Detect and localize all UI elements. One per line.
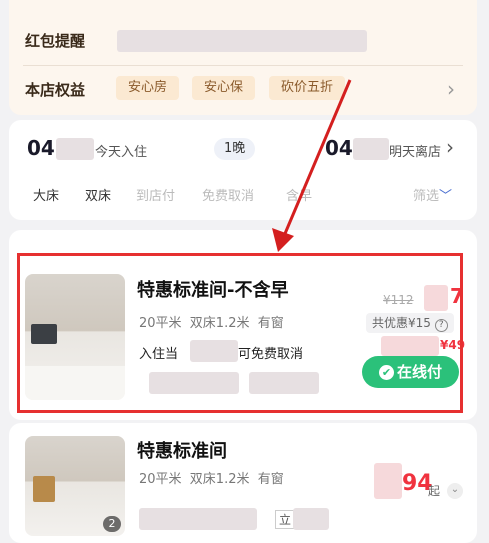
filter-big-bed[interactable]: 大床 xyxy=(33,185,59,204)
room-tags-blurred xyxy=(139,508,257,530)
red-packet-label: 红包提醒 xyxy=(25,32,86,50)
room-photo[interactable]: 2 xyxy=(25,436,125,536)
filter-twin-bed[interactable]: 双床 xyxy=(85,185,111,204)
checkout-label: 明天离店 xyxy=(389,145,442,160)
benefits-label: 本店权益 xyxy=(25,81,86,99)
expand-chevron-down-icon[interactable]: ⌄ xyxy=(447,483,463,499)
benefit-tag: 安心房 xyxy=(116,76,180,100)
checkout-date-blurred xyxy=(353,138,389,160)
room-meta: 20平米 双床1.2米 有窗 xyxy=(139,472,284,487)
photo-count-badge: 2 xyxy=(103,516,121,532)
room-tags-blurred xyxy=(293,508,329,530)
filter-more[interactable]: 筛选﹀ xyxy=(413,185,452,204)
date-chevron-right-icon[interactable]: › xyxy=(446,135,454,159)
checkin-date-blurred xyxy=(56,138,94,160)
benefit-tag: 安心保 xyxy=(192,76,256,100)
nights-pill: 1晚 xyxy=(214,138,256,160)
divider xyxy=(23,65,463,66)
price-blurred xyxy=(374,463,402,499)
date-filter-card: 04 今天入住 1晚 04- 明天离店 › 大床 双床 到店付 免费取消 含早 … xyxy=(9,120,477,220)
benefits-card: 红包提醒 本店权益 安心房 安心保 砍价五折 › xyxy=(9,0,477,115)
highlight-frame xyxy=(17,253,463,413)
picture-frame-icon xyxy=(33,476,55,502)
filter-free-cancel[interactable]: 免费取消 xyxy=(202,185,254,204)
benefits-chevron-right-icon[interactable]: › xyxy=(447,77,455,101)
room-tag: 立 xyxy=(275,510,296,529)
filter-more-label: 筛选 xyxy=(413,189,440,204)
checkin-label: 今天入住 xyxy=(95,145,148,160)
filter-pay-at-hotel[interactable]: 到店付 xyxy=(136,185,175,204)
red-packet-content-blurred xyxy=(117,30,367,52)
room-title: 特惠标准间 xyxy=(137,441,227,462)
chevron-down-icon: ﹀ xyxy=(439,189,453,204)
filter-breakfast[interactable]: 含早 xyxy=(286,185,312,204)
room-card[interactable]: 2 特惠标准间 20平米 双床1.2米 有窗 立 94 起 ⌄ xyxy=(9,423,477,543)
price-suffix: 起 xyxy=(428,484,441,498)
benefit-tag: 砍价五折 xyxy=(269,76,346,100)
checkin-date[interactable]: 04 xyxy=(27,136,55,160)
